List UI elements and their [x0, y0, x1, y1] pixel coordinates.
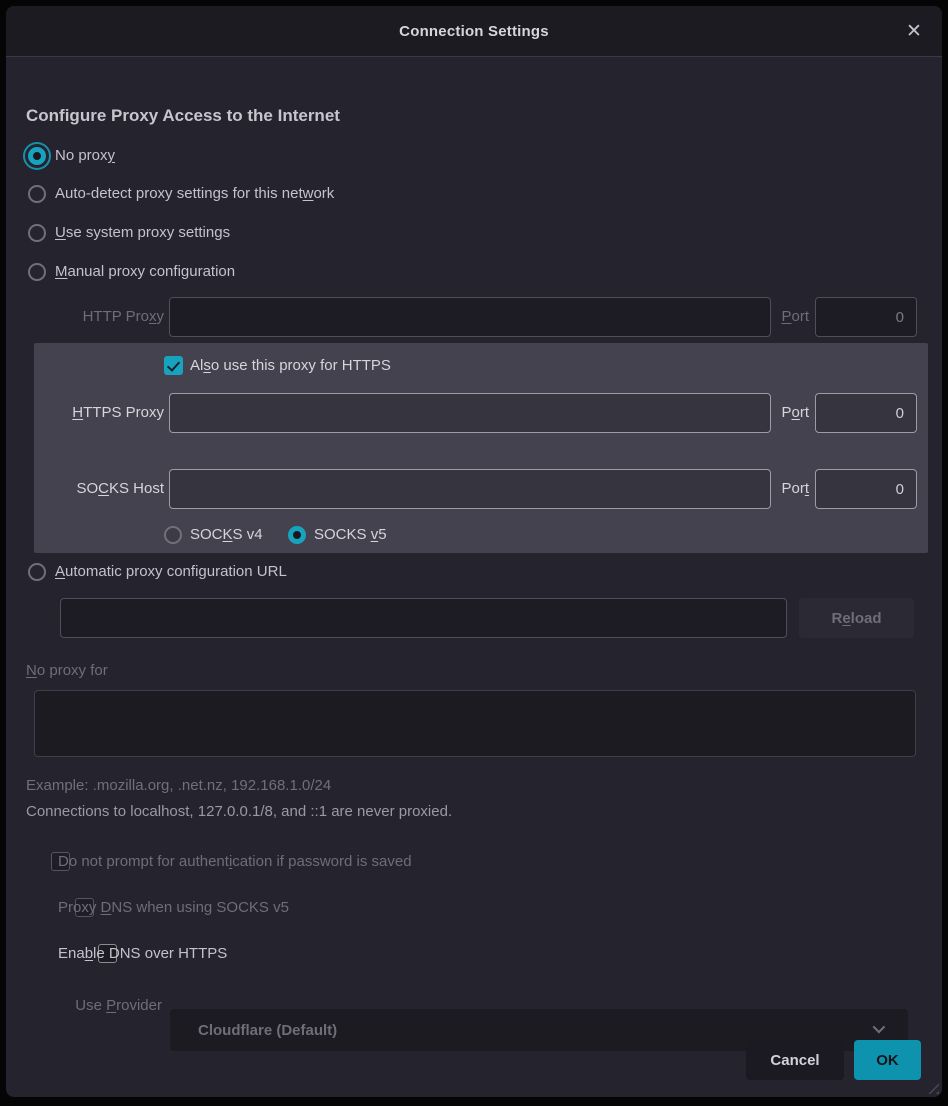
radio-auto-detect[interactable] — [28, 185, 46, 203]
radio-socks-v5[interactable] — [288, 526, 306, 544]
radio-auto-config-url-label[interactable]: Automatic proxy configuration URL — [55, 562, 287, 582]
http-proxy-label: HTTP Proxy — [26, 307, 164, 327]
use-provider-label: Use Provider — [26, 996, 162, 1016]
dialog-title: Connection Settings — [399, 23, 549, 40]
also-https-checkbox[interactable] — [164, 356, 183, 375]
http-port-label: Port — [746, 307, 809, 327]
cancel-button[interactable]: Cancel — [746, 1040, 844, 1080]
proxy-dns-socks5-checkbox-label[interactable]: Proxy DNS when using SOCKS v5 — [58, 898, 289, 918]
doh-provider-selected-value: Cloudflare (Default) — [170, 1022, 337, 1039]
radio-manual-proxy[interactable] — [28, 263, 46, 281]
https-proxy-input[interactable] — [169, 393, 771, 433]
radio-system-proxy[interactable] — [28, 224, 46, 242]
reload-button-label: Reload — [831, 610, 881, 627]
radio-system-proxy-label[interactable]: Use system proxy settings — [55, 223, 230, 243]
http-port-input[interactable] — [815, 297, 917, 337]
radio-auto-detect-label[interactable]: Auto-detect proxy settings for this netw… — [55, 184, 334, 204]
radio-no-proxy[interactable] — [28, 147, 46, 165]
https-port-input[interactable] — [815, 393, 917, 433]
radio-socks-v5-label[interactable]: SOCKS v5 — [314, 525, 387, 545]
cancel-button-label: Cancel — [770, 1052, 819, 1069]
ok-button[interactable]: OK — [854, 1040, 921, 1080]
page-title: Configure Proxy Access to the Internet — [26, 106, 340, 126]
radio-auto-config-url[interactable] — [28, 563, 46, 581]
chevron-down-icon — [873, 1021, 886, 1034]
no-proxy-for-label: No proxy for — [26, 661, 108, 681]
radio-manual-proxy-label[interactable]: Manual proxy configuration — [55, 262, 235, 282]
socks-host-input[interactable] — [169, 469, 771, 509]
socks-port-input[interactable] — [815, 469, 917, 509]
ok-button-label: OK — [876, 1052, 899, 1069]
dialog-titlebar: Connection Settings ✕ — [6, 6, 942, 57]
close-icon[interactable]: ✕ — [900, 17, 928, 45]
https-proxy-label: HTTPS Proxy — [26, 403, 164, 423]
radio-no-proxy-label[interactable]: No proxy — [55, 146, 115, 166]
reload-button[interactable]: Reload — [799, 598, 914, 638]
also-https-checkbox-label[interactable]: Also use this proxy for HTTPS — [190, 356, 391, 376]
enable-doh-checkbox-label[interactable]: Enable DNS over HTTPS — [58, 944, 227, 964]
auto-config-url-input[interactable] — [60, 598, 787, 638]
no-proxy-for-textarea[interactable] — [34, 690, 916, 757]
no-prompt-auth-checkbox-label[interactable]: Do not prompt for authentication if pass… — [58, 852, 412, 872]
socks-host-label: SOCKS Host — [26, 479, 164, 499]
connection-settings-screen: { "colors": { "accent": "#17a3bd", "ok_b… — [0, 0, 948, 1106]
radio-socks-v4-label[interactable]: SOCKS v4 — [190, 525, 263, 545]
connection-settings-dialog: Connection Settings ✕ Configure Proxy Ac… — [6, 6, 942, 1097]
https-port-label: Port — [746, 403, 809, 423]
no-proxy-example-text: Example: .mozilla.org, .net.nz, 192.168.… — [26, 777, 331, 794]
localhost-note-text: Connections to localhost, 127.0.0.1/8, a… — [26, 803, 452, 820]
socks-port-label: Port — [746, 479, 809, 499]
radio-socks-v4[interactable] — [164, 526, 182, 544]
http-proxy-input[interactable] — [169, 297, 771, 337]
resize-grip[interactable] — [923, 1078, 939, 1094]
